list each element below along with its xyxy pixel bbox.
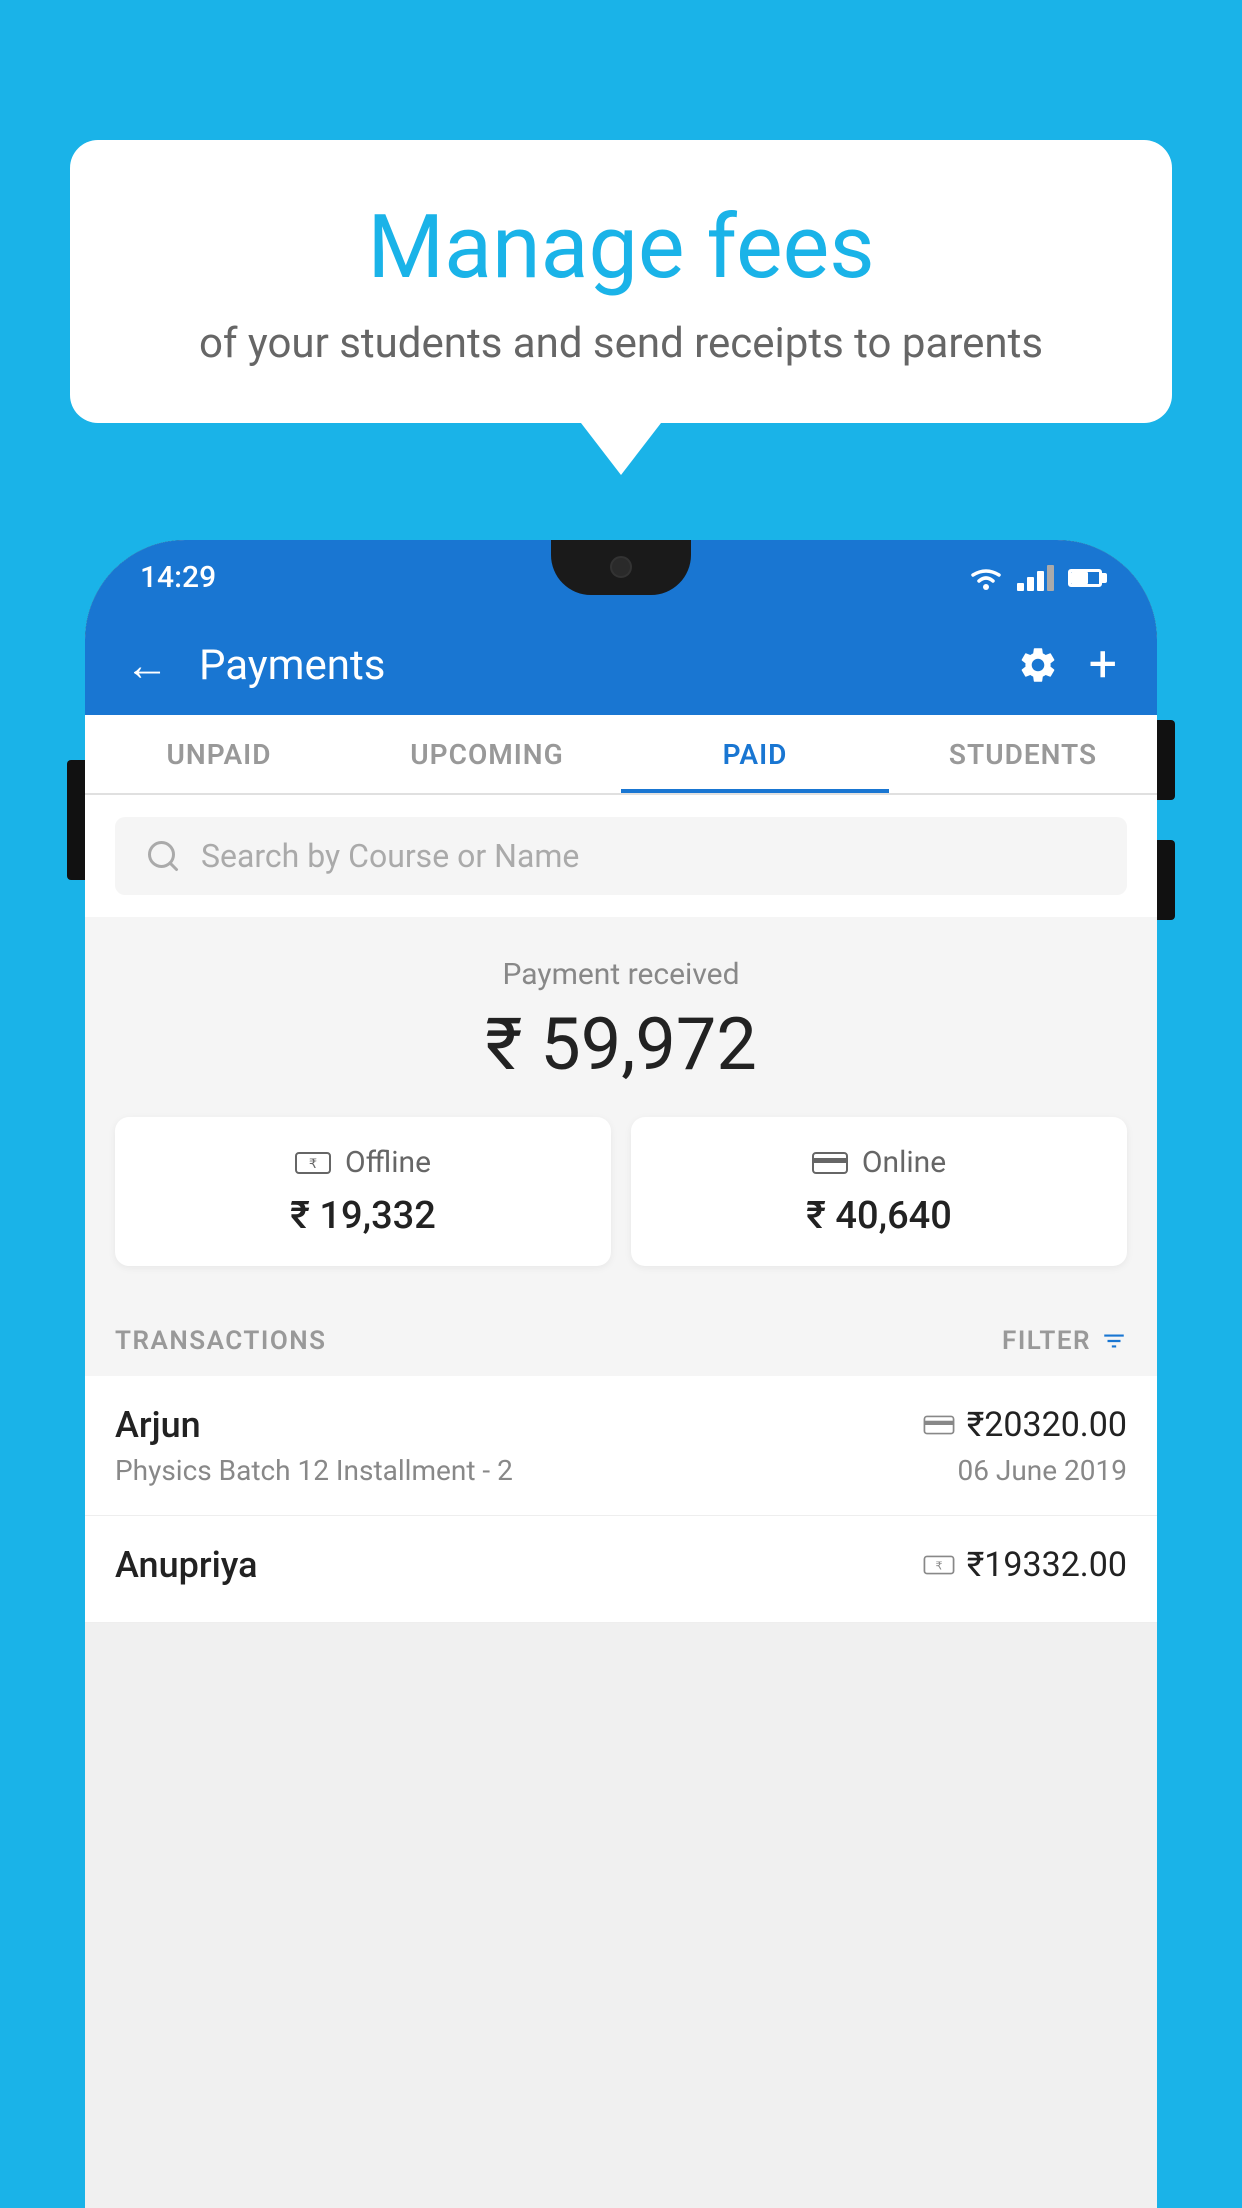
tab-paid[interactable]: PAID [621,715,889,793]
offline-label: Offline [345,1145,431,1180]
notch [551,540,691,595]
transaction-row-bottom: Physics Batch 12 Installment - 2 06 June… [115,1454,1127,1487]
phone-side-left [67,760,85,880]
transaction-row[interactable]: Arjun ₹20320.00 Physics Batch 12 Install… [85,1376,1157,1516]
bubble-subtitle: of your students and send receipts to pa… [120,319,1122,368]
online-label: Online [862,1145,946,1180]
app-header: ← Payments + [85,615,1157,715]
transaction-row[interactable]: Anupriya ₹ ₹19332.00 [85,1516,1157,1623]
offline-amount: ₹ 19,332 [290,1194,436,1238]
filter-label: FILTER [1002,1326,1091,1356]
transaction-amount-wrapper: ₹ ₹19332.00 [923,1545,1127,1585]
svg-text:₹: ₹ [935,1560,942,1572]
filter-button[interactable]: FILTER [1002,1326,1127,1356]
payment-total-amount: ₹ 59,972 [115,1002,1127,1087]
wifi-icon [969,565,1003,591]
online-amount: ₹ 40,640 [806,1194,952,1238]
transaction-row-top: Arjun ₹20320.00 [115,1404,1127,1446]
transaction-payment-icon: ₹ [923,1553,955,1577]
svg-text:₹: ₹ [309,1156,317,1171]
tab-unpaid[interactable]: UNPAID [85,715,353,793]
transaction-payment-icon [923,1413,955,1437]
online-card-header: Online [812,1145,946,1180]
phone-screen: 14:29 [85,540,1157,2208]
speech-bubble-container: Manage fees of your students and send re… [70,140,1172,423]
tabs-bar: UNPAID UPCOMING PAID STUDENTS [85,715,1157,795]
back-button[interactable]: ← [125,639,169,691]
payment-summary: Payment received ₹ 59,972 ₹ Offline [85,917,1157,1306]
phone-side-right-top [1157,720,1175,800]
transactions-label: TRANSACTIONS [115,1326,327,1356]
header-title: Payments [199,641,987,690]
battery-icon [1068,569,1102,587]
transaction-course: Physics Batch 12 Installment - 2 [115,1454,513,1487]
offline-payment-icon: ₹ [295,1148,331,1178]
transaction-amount: ₹19332.00 [967,1545,1127,1585]
phone-container: 14:29 [85,540,1157,2208]
online-payment-card: Online ₹ 40,640 [631,1117,1127,1266]
filter-icon [1101,1328,1127,1354]
signal-icon [1017,565,1054,591]
transaction-name: Arjun [115,1404,201,1446]
transactions-header: TRANSACTIONS FILTER [85,1306,1157,1376]
add-button[interactable]: + [1089,636,1117,694]
status-icons [969,565,1102,591]
phone-side-right-bottom [1157,840,1175,920]
settings-icon[interactable] [1017,644,1059,686]
offline-payment-card: ₹ Offline ₹ 19,332 [115,1117,611,1266]
tab-students[interactable]: STUDENTS [889,715,1157,793]
status-time: 14:29 [140,560,216,595]
search-icon [145,838,181,874]
speech-bubble: Manage fees of your students and send re… [70,140,1172,423]
search-input-wrapper[interactable]: Search by Course or Name [115,817,1127,895]
offline-card-header: ₹ Offline [295,1145,431,1180]
search-container: Search by Course or Name [85,795,1157,917]
status-bar: 14:29 [85,540,1157,615]
payment-cards: ₹ Offline ₹ 19,332 [115,1117,1127,1266]
phone-frame: 14:29 [85,540,1157,2208]
camera-dot [610,556,632,578]
bubble-title: Manage fees [120,200,1122,297]
search-input[interactable]: Search by Course or Name [201,837,579,875]
transaction-amount: ₹20320.00 [967,1405,1127,1445]
transaction-amount-wrapper: ₹20320.00 [923,1405,1127,1445]
payment-received-label: Payment received [115,957,1127,992]
transaction-name: Anupriya [115,1544,258,1586]
tab-upcoming[interactable]: UPCOMING [353,715,621,793]
transaction-date: 06 June 2019 [957,1454,1127,1487]
transaction-row-top: Anupriya ₹ ₹19332.00 [115,1544,1127,1586]
online-payment-icon [812,1149,848,1177]
